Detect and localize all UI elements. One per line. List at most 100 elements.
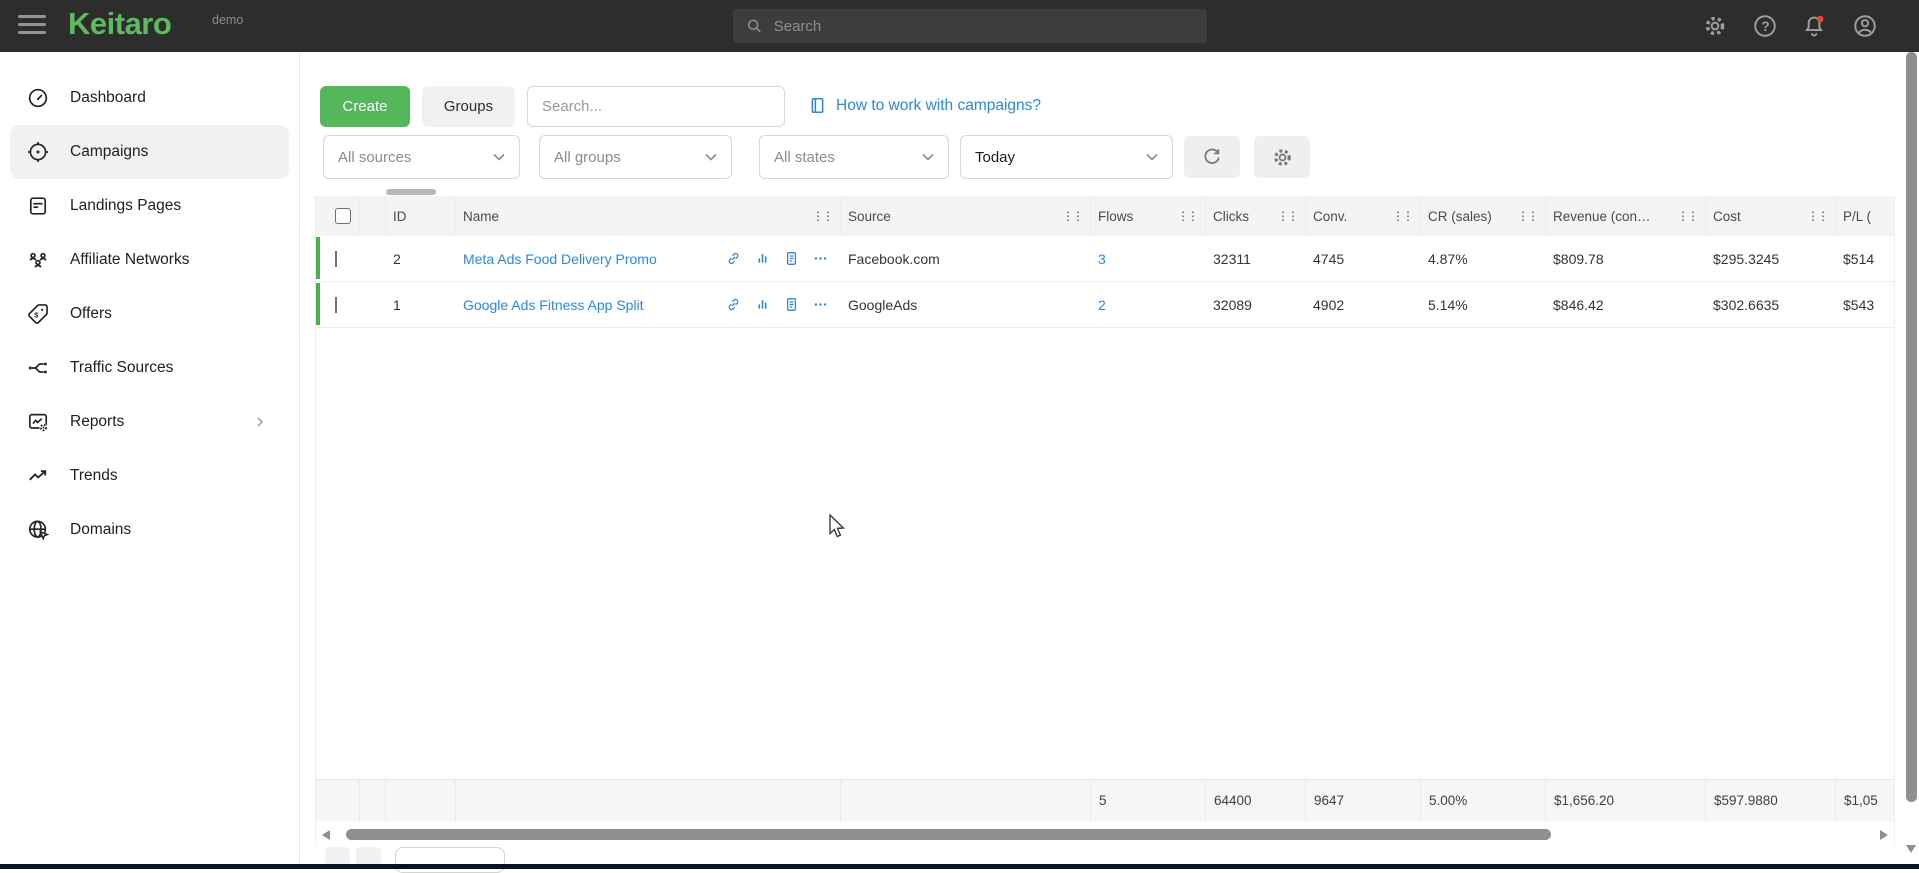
column-header-flows[interactable]: Flows⋮⋮ [1091, 196, 1206, 236]
sidebar-item-offers[interactable]: $ Offers [10, 287, 289, 341]
log-icon[interactable] [783, 250, 800, 267]
campaign-name-link[interactable]: Meta Ads Food Delivery Promo [463, 251, 657, 267]
column-header-clicks[interactable]: Clicks⋮⋮ [1206, 196, 1306, 236]
scroll-left-arrow[interactable] [322, 830, 330, 840]
column-header-cost[interactable]: Cost⋮⋮ [1706, 196, 1836, 236]
global-search-input[interactable] [774, 18, 1195, 35]
drag-handle-icon[interactable]: ⋮⋮ [1177, 209, 1197, 223]
sidebar-item-landings-pages[interactable]: Landings Pages [10, 179, 289, 233]
refresh-icon [1201, 146, 1223, 168]
env-badge: demo [212, 13, 243, 27]
global-search[interactable] [733, 9, 1207, 43]
date-range-filter[interactable]: Today [960, 135, 1173, 179]
groups-button[interactable]: Groups [422, 86, 515, 127]
notifications-icon[interactable] [1801, 13, 1827, 39]
totals-cr-sales: 5.00% [1421, 780, 1546, 821]
help-link[interactable]: How to work with campaigns? [808, 96, 1041, 115]
refresh-button[interactable] [1184, 136, 1240, 178]
sidebar-item-dashboard[interactable]: Dashboard [10, 71, 289, 125]
row-checkbox[interactable] [335, 251, 337, 267]
column-header-cr-sales[interactable]: CR (sales)⋮⋮ [1421, 196, 1546, 236]
more-icon[interactable] [812, 250, 829, 267]
column-header-id[interactable]: ID [386, 196, 456, 236]
drag-handle-icon[interactable]: ⋮⋮ [1277, 209, 1297, 223]
column-header-conv[interactable]: Conv.⋮⋮ [1306, 196, 1421, 236]
page-size-select[interactable] [395, 847, 505, 873]
offers-icon: $ [26, 302, 50, 326]
vertical-scrollbar[interactable] [1904, 52, 1918, 869]
chevron-down-icon [705, 153, 717, 161]
totals-clicks: 64400 [1206, 780, 1306, 821]
flows-link[interactable]: 3 [1098, 251, 1106, 267]
link-icon[interactable] [725, 296, 742, 313]
row-accent-bar [316, 283, 320, 325]
totals-revenue: $1,656.20 [1546, 780, 1706, 821]
campaign-name-link[interactable]: Google Ads Fitness App Split [463, 297, 644, 313]
row-accent-bar [316, 237, 320, 279]
trends-icon [26, 464, 50, 488]
table-settings-button[interactable] [1254, 136, 1310, 178]
conv-value: 4745 [1306, 251, 1421, 267]
settings-icon[interactable] [1702, 13, 1728, 39]
log-icon[interactable] [783, 296, 800, 313]
chevron-right-icon [253, 415, 267, 429]
sidebar-item-trends[interactable]: Trends [10, 449, 289, 503]
drag-handle-icon[interactable]: ⋮⋮ [812, 209, 832, 223]
affiliate-networks-icon [26, 248, 50, 272]
help-icon[interactable]: ? [1752, 13, 1778, 39]
table-totals-row: 5 64400 9647 5.00% $1,656.20 $597.9880 $… [316, 779, 1894, 821]
campaign-search-input[interactable] [527, 86, 785, 127]
row-checkbox[interactable] [335, 297, 337, 313]
campaign-id: 1 [386, 297, 456, 313]
scroll-right-arrow[interactable] [1880, 830, 1888, 840]
drag-handle-icon[interactable]: ⋮⋮ [1062, 209, 1082, 223]
topbar: Keitaro demo ? [0, 0, 1919, 52]
cost-value: $295.3245 [1706, 251, 1836, 267]
stats-icon[interactable] [754, 250, 771, 267]
create-button[interactable]: Create [320, 86, 410, 127]
groups-filter[interactable]: All groups [539, 135, 732, 179]
sources-filter[interactable]: All sources [323, 135, 520, 179]
drag-handle-icon[interactable]: ⋮⋮ [1677, 209, 1697, 223]
drag-handle-icon[interactable]: ⋮⋮ [1392, 209, 1412, 223]
sidebar-item-campaigns[interactable]: Campaigns [10, 125, 289, 179]
account-icon[interactable] [1852, 13, 1878, 39]
svg-text:?: ? [1761, 19, 1769, 34]
column-header-name[interactable]: Name⋮⋮ [456, 196, 841, 236]
dashboard-icon [26, 86, 50, 110]
conv-value: 4902 [1306, 297, 1421, 313]
totals-cost: $597.9880 [1706, 780, 1836, 821]
campaign-id: 2 [386, 251, 456, 267]
sidebar-item-domains[interactable]: Domains [10, 503, 289, 557]
drag-handle-icon[interactable]: ⋮⋮ [1807, 209, 1827, 223]
horizontal-scrollbar[interactable] [316, 826, 1894, 843]
states-filter[interactable]: All states [759, 135, 949, 179]
menu-icon[interactable] [18, 15, 46, 37]
stats-icon[interactable] [754, 296, 771, 313]
column-header-pl[interactable]: P/L ( [1836, 196, 1896, 236]
vertical-scrollbar-thumb[interactable] [1906, 52, 1917, 802]
drag-handle-icon[interactable]: ⋮⋮ [1517, 209, 1537, 223]
sidebar-item-affiliate-networks[interactable]: Affiliate Networks [10, 233, 289, 287]
column-header-source[interactable]: Source⋮⋮ [841, 196, 1091, 236]
more-icon[interactable] [812, 296, 829, 313]
campaigns-icon [26, 140, 50, 164]
scroll-down-arrow[interactable] [1906, 845, 1916, 853]
select-all-checkbox[interactable] [335, 208, 351, 224]
table-top-scrollbar[interactable] [386, 189, 436, 195]
campaign-source: Facebook.com [841, 251, 1091, 267]
link-icon[interactable] [725, 250, 742, 267]
horizontal-scrollbar-thumb[interactable] [346, 829, 1551, 840]
svg-text:$: $ [34, 311, 39, 320]
revenue-value: $809.78 [1546, 251, 1706, 267]
column-header-revenue[interactable]: Revenue (con…⋮⋮ [1546, 196, 1706, 236]
reports-icon [26, 410, 50, 434]
clicks-value: 32311 [1206, 251, 1306, 267]
table-row[interactable]: 1 Google Ads Fitness App Split GoogleAds… [316, 282, 1894, 328]
totals-pl: $1,05 [1836, 780, 1896, 821]
search-icon [745, 16, 764, 36]
table-row[interactable]: 2 Meta Ads Food Delivery Promo Facebook.… [316, 236, 1894, 282]
sidebar-item-reports[interactable]: Reports [10, 395, 289, 449]
sidebar-item-traffic-sources[interactable]: Traffic Sources [10, 341, 289, 395]
flows-link[interactable]: 2 [1098, 297, 1106, 313]
